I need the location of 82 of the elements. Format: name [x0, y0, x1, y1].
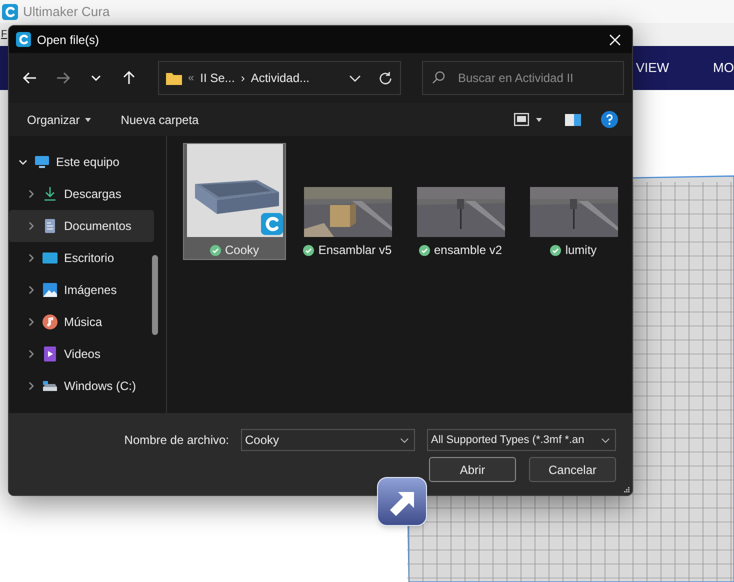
preview-pane-icon[interactable]	[565, 114, 581, 126]
filename-field[interactable]: Cooky	[241, 429, 415, 451]
back-arrow-icon[interactable]	[22, 70, 38, 86]
header-tab[interactable]: VIEW	[636, 58, 670, 78]
file-name: lumity	[565, 242, 597, 259]
view-mode-icon[interactable]	[514, 113, 529, 126]
collapsed-chevron-icon[interactable]	[26, 349, 36, 359]
expanded-chevron-icon[interactable]	[18, 157, 28, 167]
breadcrumb-segment[interactable]: Actividad...	[250, 69, 342, 87]
collapsed-chevron-icon[interactable]	[26, 317, 36, 327]
cura-icon	[16, 32, 31, 47]
nav-item-label: Música	[64, 314, 102, 331]
check-icon	[303, 244, 314, 256]
help-icon[interactable]	[601, 111, 618, 128]
app-title: Ultimaker Cura	[23, 2, 110, 21]
nav-item[interactable]: Windows (C:)	[9, 370, 154, 402]
collapsed-chevron-icon[interactable]	[26, 285, 36, 295]
organize-menu-button[interactable]: Organizar	[27, 110, 91, 128]
nav-item[interactable]: Documentos	[9, 210, 154, 242]
collapsed-chevron-icon[interactable]	[26, 253, 36, 263]
search-icon	[432, 71, 445, 84]
download-icon	[42, 186, 58, 202]
file-tile[interactable]: lumity	[522, 143, 625, 260]
file-type-value: All Supported Types (*.3mf *.an	[431, 432, 586, 448]
address-bar[interactable]: « II Se... › Actividad...	[158, 61, 401, 95]
nav-item-label: Escritorio	[64, 250, 114, 267]
breadcrumb-separator: ›	[240, 70, 245, 87]
file-tile[interactable]: Ensamblar v5	[296, 143, 399, 260]
search-field[interactable]: Buscar en Actividad II	[422, 61, 624, 95]
collapsed-chevron-icon[interactable]	[26, 189, 36, 199]
file-name: Ensamblar v5	[318, 242, 392, 259]
nav-item[interactable]: Videos	[9, 338, 154, 370]
close-icon[interactable]	[609, 34, 621, 46]
nav-item[interactable]: Escritorio	[9, 242, 154, 274]
caret-icon	[84, 118, 91, 122]
nav-item[interactable]: Este equipo	[9, 146, 154, 178]
filename-label: Nombre de archivo:	[124, 432, 229, 449]
file-tile[interactable]: Cooky	[183, 143, 286, 260]
file-type-dropdown[interactable]: All Supported Types (*.3mf *.an	[427, 429, 616, 451]
resize-grip-icon[interactable]	[623, 486, 630, 493]
nav-item[interactable]: Descargas	[9, 178, 154, 210]
menu-item[interactable]: F	[1, 27, 8, 42]
cancel-button[interactable]: Cancelar	[529, 457, 616, 482]
nav-item-label: Imágenes	[64, 282, 117, 299]
open-button[interactable]: Abrir	[429, 457, 516, 482]
new-folder-button[interactable]: Nueva carpeta	[120, 110, 514, 128]
cura-badge-icon	[260, 213, 282, 235]
file-tile[interactable]: ensamble v2	[409, 143, 512, 260]
music-icon	[42, 314, 58, 330]
nav-item-label: Este equipo	[56, 154, 120, 171]
nav-item-label: Videos	[64, 346, 100, 363]
drive-icon	[42, 378, 58, 394]
nav-item-label: Windows (C:)	[64, 378, 136, 395]
dialog-title: Open file(s)	[37, 32, 100, 48]
check-icon	[210, 244, 221, 256]
check-icon	[418, 244, 430, 256]
nav-item[interactable]: Imágenes	[9, 274, 154, 306]
file-name: ensamble v2	[434, 242, 502, 259]
nav-item-label: Descargas	[64, 186, 122, 203]
video-icon	[42, 346, 58, 362]
folder-icon	[166, 72, 182, 84]
collapsed-chevron-icon[interactable]	[26, 221, 36, 231]
file-name: Cooky	[224, 242, 259, 259]
up-arrow-icon[interactable]	[121, 70, 137, 86]
arrow-button[interactable]	[377, 477, 427, 526]
nav-item-label: Documentos	[64, 218, 132, 235]
filename-value: Cooky	[245, 432, 280, 449]
breadcrumb-segment[interactable]: II Se...	[200, 69, 235, 87]
image-icon	[42, 282, 58, 298]
header-tab[interactable]: MO	[713, 58, 734, 78]
dropdown-chevron-icon[interactable]	[400, 436, 409, 444]
desktop-icon	[42, 250, 58, 266]
caret-icon[interactable]	[536, 118, 542, 122]
nav-item[interactable]: Música	[9, 306, 154, 338]
refresh-icon[interactable]	[378, 70, 393, 86]
check-icon	[550, 244, 562, 256]
overflow-marker: «	[188, 70, 194, 86]
document-icon	[42, 218, 58, 234]
monitor-icon	[34, 154, 50, 170]
dropdown-chevron-icon	[601, 436, 610, 444]
scrollbar-thumb[interactable]	[152, 255, 158, 335]
collapsed-chevron-icon[interactable]	[26, 381, 36, 391]
